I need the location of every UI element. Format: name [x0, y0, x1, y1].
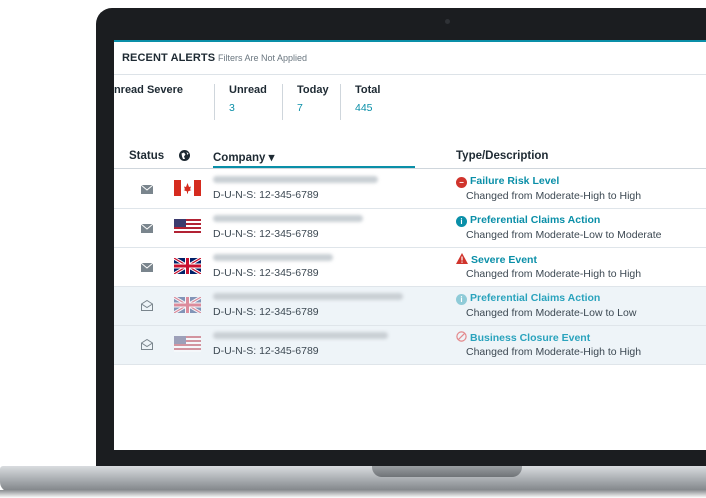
company-name-redacted[interactable]	[213, 254, 333, 261]
header-accent-line	[114, 40, 706, 42]
canada-flag-icon	[174, 180, 201, 196]
company-name-redacted[interactable]	[213, 332, 388, 339]
column-status[interactable]: Status	[129, 150, 164, 162]
table-row[interactable]: D-U-N-S: 12-345-6789 i Preferential Claim…	[114, 209, 706, 248]
count-value: 7	[297, 102, 303, 114]
count-unread[interactable]: Unread 3	[214, 84, 267, 120]
alert-type-link[interactable]: i Preferential Claims Action	[456, 214, 600, 227]
alert-description: Changed from Moderate-Low to Low	[466, 307, 637, 319]
table-row[interactable]: D-U-N-S: 12-345-6789 Business Closure Ev…	[114, 326, 706, 365]
duns-number: D-U-N-S: 12-345-6789	[213, 267, 319, 279]
info-circle-icon: i	[456, 216, 467, 227]
count-label: Today	[297, 84, 329, 96]
alert-type-link[interactable]: − Failure Risk Level	[456, 175, 559, 188]
filter-status[interactable]: Filters Are Not Applied	[218, 53, 307, 63]
count-value: 3	[229, 102, 235, 114]
table-row[interactable]: D-U-N-S: 12-345-6789 − Failure Risk Level…	[114, 170, 706, 209]
alert-type-label: Business Closure Event	[470, 332, 591, 344]
envelope-open-icon[interactable]	[141, 337, 153, 350]
alert-description: Changed from Moderate-High to High	[466, 190, 642, 202]
ban-icon	[456, 331, 467, 345]
count-label: Total	[355, 84, 381, 96]
count-label: Unread	[229, 84, 267, 96]
minus-circle-icon: −	[456, 177, 467, 188]
duns-number: D-U-N-S: 12-345-6789	[213, 345, 319, 357]
alert-type-label: Severe Event	[471, 254, 537, 266]
duns-number: D-U-N-S: 12-345-6789	[213, 228, 319, 240]
envelope-closed-icon[interactable]	[140, 181, 154, 194]
globe-icon[interactable]	[178, 149, 191, 165]
duns-number: D-U-N-S: 12-345-6789	[213, 189, 319, 201]
table-row[interactable]: D-U-N-S: 12-345-6789 Severe Event Change…	[114, 248, 706, 287]
alerts-header: RECENT ALERTS Filters Are Not Applied	[114, 40, 706, 75]
alert-type-link[interactable]: Business Closure Event	[456, 331, 590, 345]
laptop-shadow	[0, 490, 706, 498]
page-title: RECENT ALERTS	[122, 52, 216, 64]
camera	[445, 19, 450, 24]
duns-number: D-U-N-S: 12-345-6789	[213, 306, 319, 318]
alert-description: Changed from Moderate-High to High	[466, 268, 642, 280]
envelope-closed-icon[interactable]	[140, 220, 154, 233]
alert-description: Changed from Moderate-Low to Moderate	[466, 229, 662, 241]
app-screen: RECENT ALERTS Filters Are Not Applied Un…	[114, 40, 706, 450]
laptop-hinge-notch	[372, 466, 522, 477]
alert-type-label: Preferential Claims Action	[470, 214, 601, 226]
column-company-sort[interactable]: Company ▾	[213, 150, 274, 164]
company-name-redacted[interactable]	[213, 293, 403, 300]
count-label: Unread Severe	[114, 84, 184, 96]
envelope-open-icon[interactable]	[141, 298, 153, 311]
header-divider	[114, 168, 706, 169]
usa-flag-icon	[174, 336, 201, 352]
info-circle-icon: i	[456, 294, 467, 305]
alert-description: Changed from Moderate-High to High	[466, 346, 642, 358]
usa-flag-icon	[174, 219, 201, 235]
company-name-redacted[interactable]	[213, 215, 363, 222]
alert-type-label: Preferential Claims Action	[470, 292, 601, 304]
company-name-redacted[interactable]	[213, 176, 378, 183]
alert-type-link[interactable]: i Preferential Claims Action	[456, 292, 600, 305]
laptop-base	[0, 466, 706, 492]
alert-type-link[interactable]: Severe Event	[456, 253, 537, 267]
count-value: 445	[355, 102, 373, 114]
count-value: 1	[114, 102, 183, 114]
count-total[interactable]: Total 445	[340, 84, 380, 120]
warning-triangle-icon	[456, 253, 468, 267]
uk-flag-icon	[173, 256, 202, 276]
column-type-description[interactable]: Type/Description	[456, 150, 548, 162]
count-today[interactable]: Today 7	[282, 84, 329, 120]
uk-flag-icon	[173, 295, 202, 315]
table-row[interactable]: D-U-N-S: 12-345-6789 i Preferential Claim…	[114, 287, 706, 326]
count-unread-severe[interactable]: Unread Severe 1	[114, 84, 183, 120]
alert-type-label: Failure Risk Level	[470, 175, 560, 187]
envelope-closed-icon[interactable]	[140, 259, 154, 272]
